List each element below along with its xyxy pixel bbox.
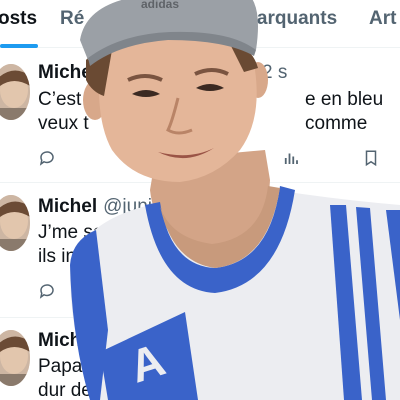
tab-bar: osts Ré marquants Art [0, 0, 400, 48]
views-icon[interactable] [282, 149, 300, 167]
tab-replies[interactable]: Ré [60, 8, 84, 30]
tab-highlights[interactable]: marquants [240, 8, 337, 30]
post-timestamp[interactable]: 2 s [262, 62, 287, 84]
post-text: Papa p dur de vo [38, 356, 118, 400]
post-author-handle[interactable]: @junio [103, 196, 162, 217]
tab-posts[interactable]: osts [0, 8, 37, 30]
post-author-name[interactable]: Miche [38, 62, 92, 83]
post-item[interactable]: Miche Papa p dur de vo [0, 318, 400, 400]
post-item[interactable]: Michel @junio J’me sens ils in [0, 183, 400, 318]
avatar[interactable] [0, 64, 30, 120]
post-actions [38, 282, 388, 302]
avatar[interactable] [0, 195, 30, 251]
post-text: C’est e en bleu comme veux t? [38, 89, 384, 134]
post-actions [38, 149, 388, 169]
reply-icon[interactable] [38, 282, 56, 300]
post-text: J’me sens ils in [38, 222, 124, 267]
avatar[interactable] [0, 330, 30, 386]
repost-icon[interactable] [118, 149, 136, 167]
tab-articles[interactable]: Art [369, 8, 396, 30]
post-item[interactable]: Miche 2 s C’est e en bleu comme veux t? [0, 48, 400, 183]
post-header: Miche [38, 330, 92, 352]
post-author-name[interactable]: Michel [38, 196, 97, 217]
post-header: Miche [38, 62, 92, 84]
post-header: Michel @junio [38, 196, 163, 218]
bookmark-icon[interactable] [362, 149, 380, 167]
reply-icon[interactable] [38, 149, 56, 167]
post-author-name[interactable]: Miche [38, 330, 92, 351]
